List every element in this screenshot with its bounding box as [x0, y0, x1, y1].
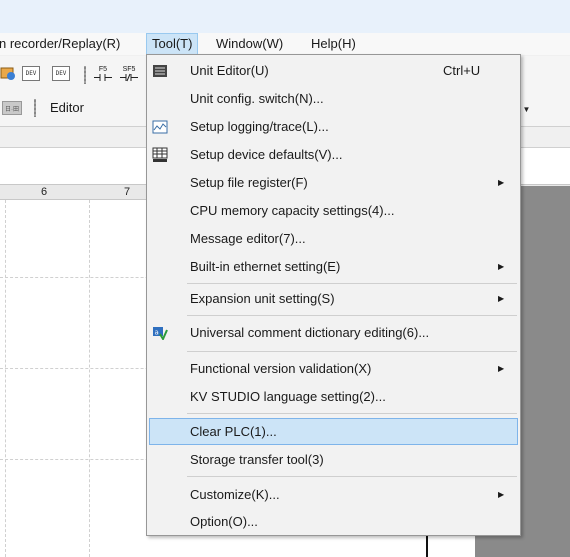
menu-item-universal-comment-dictionary[interactable]: a Universal comment dictionary editing(6…	[149, 319, 518, 346]
menu-window[interactable]: Window(W)	[211, 33, 288, 55]
menu-item-clear-plc[interactable]: Clear PLC(1)...	[149, 418, 518, 445]
submenu-arrow-icon: ▶	[498, 294, 505, 303]
comment-dictionary-icon: a	[151, 324, 169, 341]
submenu-arrow-icon: ▶	[498, 178, 505, 187]
toolbar-separator-2	[34, 99, 36, 117]
sf5-label: SF5	[122, 66, 136, 73]
menu-item-cpu-memory[interactable]: CPU memory capacity settings(4)...	[149, 197, 518, 224]
tool-menu-dropdown: Unit Editor(U) Ctrl+U Unit config. switc…	[146, 54, 521, 536]
menu-item-label: Unit config. switch(N)...	[190, 91, 324, 106]
menu-item-setup-file-register[interactable]: Setup file register(F) ▶	[149, 169, 518, 196]
menu-item-label: Clear PLC(1)...	[190, 424, 277, 439]
submenu-arrow-icon: ▶	[498, 490, 505, 499]
column-number: 7	[124, 186, 131, 198]
menu-item-label: Storage transfer tool(3)	[190, 452, 324, 467]
menu-item-unit-config-switch[interactable]: Unit config. switch(N)...	[149, 85, 518, 112]
title-bar	[0, 0, 570, 33]
unit-editor-icon	[151, 62, 169, 79]
menu-item-unit-editor[interactable]: Unit Editor(U) Ctrl+U	[149, 57, 518, 84]
menu-item-expansion-unit[interactable]: Expansion unit setting(S) ▶	[149, 285, 518, 312]
svg-text:a: a	[155, 328, 159, 336]
shortcut-label: Ctrl+U	[443, 63, 481, 78]
menu-item-label: Functional version validation(X)	[190, 361, 372, 376]
f5-label: F5	[98, 66, 108, 73]
menu-separator	[187, 315, 517, 316]
menu-recorder-replay[interactable]: n recorder/Replay(R)	[0, 33, 125, 55]
menu-item-label: Expansion unit setting(S)	[190, 291, 335, 306]
menu-item-label: Unit Editor(U)	[190, 63, 269, 78]
menu-item-label: Message editor(7)...	[190, 231, 306, 246]
menu-separator	[187, 283, 517, 284]
dev-monitor-icon[interactable]: DEV	[22, 66, 40, 81]
recorder-icon[interactable]	[0, 65, 16, 81]
menu-item-label: Customize(K)...	[190, 487, 280, 502]
logging-trace-icon	[151, 118, 169, 135]
sf5-contact-icon[interactable]: SF5	[118, 64, 140, 84]
menu-item-label: CPU memory capacity settings(4)...	[190, 203, 395, 218]
submenu-arrow-icon: ▶	[498, 262, 505, 271]
menu-tool[interactable]: Tool(T)	[146, 33, 199, 55]
editor-mode-select[interactable]: Editor	[44, 97, 139, 119]
menu-help[interactable]: Help(H)	[306, 33, 361, 55]
chip-icon[interactable]: 日·田	[2, 101, 22, 115]
menu-item-option[interactable]: Option(O)...	[149, 508, 518, 535]
grid-line	[89, 200, 90, 557]
menu-item-setup-device-defaults[interactable]: Setup device defaults(V)...	[149, 141, 518, 168]
menu-bar: n recorder/Replay(R) Tool(T) Window(W) H…	[0, 33, 570, 55]
submenu-arrow-icon: ▶	[498, 364, 505, 373]
device-init-icon	[151, 146, 169, 163]
menu-separator	[187, 351, 517, 352]
menu-separator	[187, 413, 517, 414]
menu-item-functional-version-validation[interactable]: Functional version validation(X) ▶	[149, 355, 518, 382]
menu-item-label: Setup file register(F)	[190, 175, 308, 190]
menu-item-label: Built-in ethernet setting(E)	[190, 259, 341, 274]
menu-item-label: Universal comment dictionary editing(6).…	[190, 325, 430, 340]
ladder-rail	[426, 535, 428, 557]
menu-item-message-editor[interactable]: Message editor(7)...	[149, 225, 518, 252]
menu-item-builtin-ethernet[interactable]: Built-in ethernet setting(E) ▶	[149, 253, 518, 280]
menu-item-label: Setup logging/trace(L)...	[190, 119, 329, 134]
menu-item-customize[interactable]: Customize(K)... ▶	[149, 481, 518, 508]
menu-item-storage-transfer-tool[interactable]: Storage transfer tool(3)	[149, 446, 518, 473]
toolbar-separator	[84, 66, 86, 84]
menu-item-language-setting[interactable]: KV STUDIO language setting(2)...	[149, 383, 518, 410]
menu-item-label: KV STUDIO language setting(2)...	[190, 389, 386, 404]
grid-line	[5, 200, 6, 557]
menu-item-label: Option(O)...	[190, 514, 258, 529]
menu-item-label: Setup device defaults(V)...	[190, 147, 343, 162]
column-number: 6	[41, 186, 48, 198]
dev-register-icon[interactable]: DEV	[52, 66, 70, 81]
menu-item-setup-logging-trace[interactable]: Setup logging/trace(L)...	[149, 113, 518, 140]
f5-contact-icon[interactable]: F5	[93, 64, 113, 84]
menu-separator	[187, 476, 517, 477]
